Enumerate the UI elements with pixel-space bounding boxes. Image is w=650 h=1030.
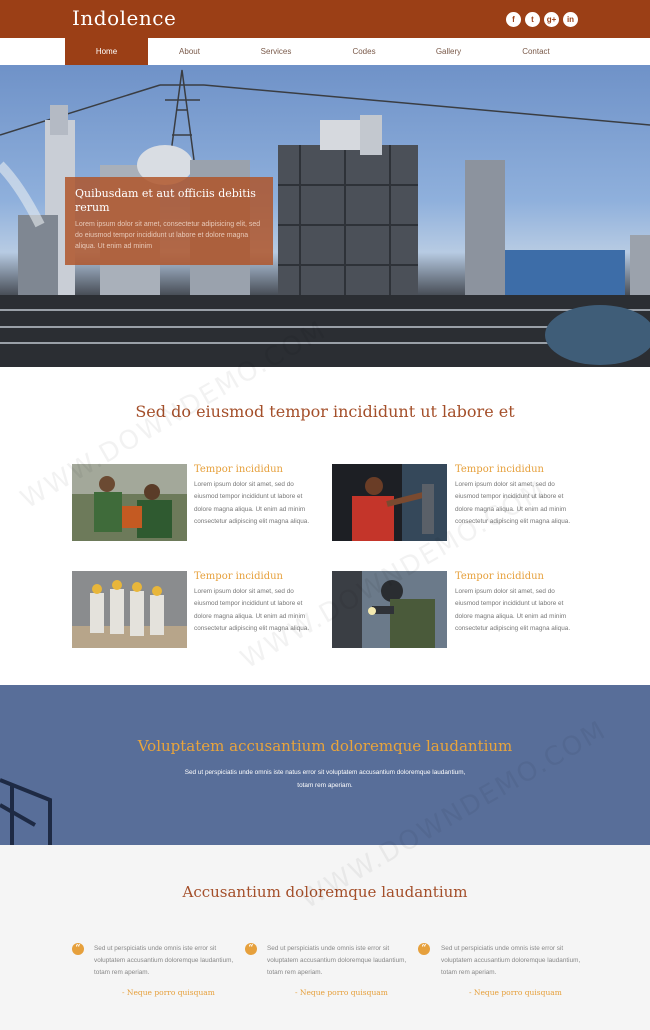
quote-text: Sed ut perspiciatis unde omnis iste erro… — [441, 945, 581, 976]
band-text: Sed ut perspiciatis unde omnis iste natu… — [184, 769, 466, 789]
hero-banner: Quibusdam et aut officiis debitis rerum … — [0, 65, 650, 367]
main-nav: Home About Services Codes Gallery Contac… — [0, 38, 650, 65]
card-text: Lorem ipsum dolor sit amet, sed do eiusm… — [194, 481, 310, 525]
quote-author: - Neque porro quisquam — [295, 988, 388, 997]
google-plus-icon[interactable]: g+ — [544, 12, 559, 27]
twitter-icon[interactable]: t — [525, 12, 540, 27]
card-image-workers[interactable] — [72, 464, 187, 541]
card-image-mechanic[interactable] — [332, 464, 447, 541]
band-title: Voluptatem accusantium doloremque laudan… — [137, 737, 513, 755]
hero-text: Lorem ipsum dolor sit amet, consectetur … — [75, 221, 261, 250]
nav-services[interactable]: Services — [231, 38, 321, 65]
quote-icon: “ — [72, 943, 84, 955]
facebook-icon[interactable]: f — [506, 12, 521, 27]
nav-contact[interactable]: Contact — [490, 38, 582, 65]
nav-codes[interactable]: Codes — [321, 38, 407, 65]
site-logo[interactable]: Indolence — [72, 6, 176, 30]
hero-caption: Quibusdam et aut officiis debitis rerum … — [65, 177, 273, 265]
band-background-structure — [0, 778, 52, 845]
hero-title: Quibusdam et aut officiis debitis rerum — [75, 187, 256, 214]
quote-icon: “ — [418, 943, 430, 955]
quote-text: Sed ut perspiciatis unde omnis iste erro… — [267, 945, 407, 976]
nav-home[interactable]: Home — [65, 38, 148, 65]
nav-about[interactable]: About — [148, 38, 231, 65]
card-text: Lorem ipsum dolor sit amet, sed do eiusm… — [455, 481, 571, 525]
card-text: Lorem ipsum dolor sit amet, sed do eiusm… — [455, 588, 571, 632]
quote-text: Sed ut perspiciatis unde omnis iste erro… — [94, 945, 234, 976]
quote-author: - Neque porro quisquam — [122, 988, 215, 997]
card-image-team[interactable] — [72, 571, 187, 648]
card-title[interactable]: Tempor incididun — [455, 464, 544, 475]
top-bar: Indolence f t g+ in — [0, 0, 650, 38]
highlight-band: Voluptatem accusantium doloremque laudan… — [0, 685, 650, 845]
quote-icon: “ — [245, 943, 257, 955]
section-title: Sed do eiusmod tempor incididunt ut labo… — [135, 402, 515, 421]
card-text: Lorem ipsum dolor sit amet, sed do eiusm… — [194, 588, 310, 632]
nav-gallery[interactable]: Gallery — [407, 38, 490, 65]
quote-author: - Neque porro quisquam — [469, 988, 562, 997]
card-title[interactable]: Tempor incididun — [194, 464, 283, 475]
linkedin-icon[interactable]: in — [563, 12, 578, 27]
card-title[interactable]: Tempor incididun — [455, 571, 544, 582]
card-image-welder[interactable] — [332, 571, 447, 648]
testimonials-section: Accusantium doloremque laudantium “ Sed … — [0, 845, 650, 1030]
testimonials-title: Accusantium doloremque laudantium — [182, 883, 468, 901]
card-title[interactable]: Tempor incididun — [194, 571, 283, 582]
social-links: f t g+ in — [506, 12, 578, 27]
